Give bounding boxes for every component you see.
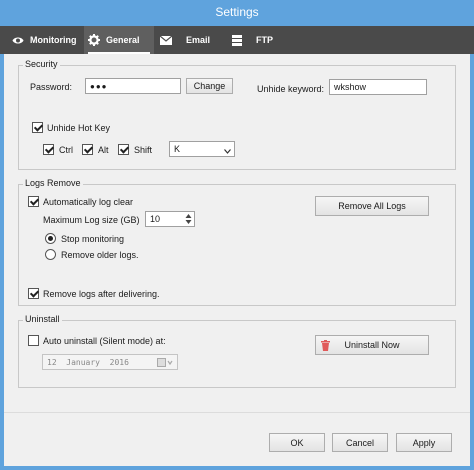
password-value: ●●● (90, 81, 108, 91)
trash-icon (321, 340, 330, 353)
tab-general[interactable]: General (84, 26, 154, 54)
tab-ftp[interactable]: FTP (230, 26, 286, 54)
auto-uninstall-label: Auto uninstall (Silent mode) at: (43, 336, 166, 346)
alt-checkbox[interactable] (82, 144, 93, 155)
tab-label: Monitoring (30, 35, 77, 45)
alt-label: Alt (98, 145, 109, 155)
change-password-button[interactable]: Change (186, 78, 233, 94)
calendar-dropdown-icon[interactable] (157, 358, 173, 369)
hotkey-value: K (174, 144, 181, 154)
auto-log-clear-checkbox[interactable] (28, 196, 39, 207)
gear-icon (88, 34, 100, 46)
shift-checkbox[interactable] (118, 144, 129, 155)
password-label: Password: (30, 82, 73, 92)
dialog-footer: OK Cancel Apply (4, 412, 470, 466)
tab-label: FTP (256, 35, 273, 45)
date-year: 2016 (109, 357, 129, 367)
ctrl-checkbox[interactable] (43, 144, 54, 155)
chevron-down-icon (224, 146, 231, 156)
date-month: January (66, 357, 100, 367)
server-icon (232, 34, 242, 46)
stop-monitoring-radio[interactable] (45, 233, 56, 244)
remove-all-logs-button[interactable]: Remove All Logs (315, 196, 429, 216)
ctrl-label: Ctrl (59, 145, 73, 155)
group-title: Logs Remove (23, 178, 83, 188)
unhide-keyword-value: wkshow (334, 82, 367, 92)
uninstall-group: Uninstall Auto uninstall (Silent mode) a… (18, 314, 456, 388)
auto-uninstall-checkbox[interactable] (28, 335, 39, 346)
security-group: Security Password: ●●● Change Unhide key… (18, 59, 456, 170)
logs-remove-group: Logs Remove Automatically log clear Maxi… (18, 178, 456, 306)
max-log-size-spinner[interactable]: 10 (145, 211, 195, 227)
settings-panel: Security Password: ●●● Change Unhide key… (4, 54, 470, 466)
remove-after-delivering-checkbox[interactable] (28, 288, 39, 299)
unhide-hotkey-checkbox[interactable] (32, 122, 43, 133)
remove-after-delivering-label: Remove logs after delivering. (43, 289, 160, 299)
unhide-keyword-label: Unhide keyword: (257, 84, 325, 94)
eye-icon (12, 36, 24, 45)
auto-log-clear-label: Automatically log clear (43, 197, 134, 207)
password-field[interactable]: ●●● (85, 78, 181, 94)
tab-label: Email (186, 35, 211, 45)
tab-bar: Monitoring General Email FTP (0, 26, 474, 54)
date-day: 12 (47, 357, 57, 367)
uninstall-now-button[interactable]: Uninstall Now (315, 335, 429, 355)
tab-email[interactable]: Email (158, 26, 222, 54)
max-log-size-value: 10 (150, 214, 161, 224)
group-title: Security (23, 59, 60, 69)
max-log-size-label: Maximum Log size (GB) (43, 215, 140, 225)
envelope-icon (160, 35, 172, 45)
apply-button[interactable]: Apply (396, 433, 452, 452)
window-title: Settings (215, 5, 259, 19)
uninstall-date-picker[interactable]: 12 January 2016 (42, 354, 178, 370)
group-title: Uninstall (23, 314, 62, 324)
shift-label: Shift (134, 145, 153, 155)
window-title-bar[interactable]: Settings (0, 0, 474, 26)
tab-monitoring[interactable]: Monitoring (8, 26, 84, 54)
spinner-arrows-icon[interactable] (185, 213, 192, 227)
ok-button[interactable]: OK (269, 433, 325, 452)
unhide-hotkey-label: Unhide Hot Key (47, 123, 111, 133)
remove-older-logs-radio[interactable] (45, 249, 56, 260)
remove-older-logs-label: Remove older logs. (61, 250, 139, 260)
cancel-button[interactable]: Cancel (332, 433, 388, 452)
stop-monitoring-label: Stop monitoring (61, 234, 125, 244)
unhide-keyword-field[interactable]: wkshow (329, 79, 427, 95)
tab-label: General (106, 35, 140, 45)
hotkey-select[interactable]: K (169, 141, 235, 157)
